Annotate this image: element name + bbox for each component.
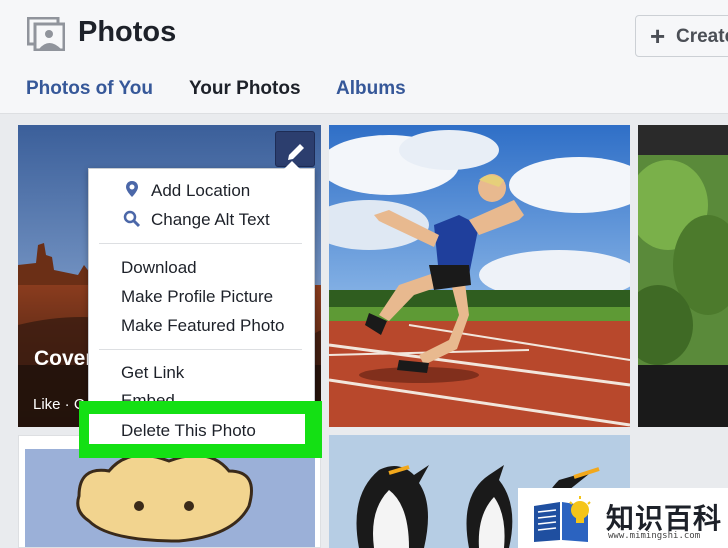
tab-albums[interactable]: Albums	[336, 78, 406, 100]
create-button-label: Create	[676, 26, 728, 47]
delete-highlight: Delete This Photo	[79, 401, 322, 458]
cover-like-link[interactable]: Like · C	[33, 396, 85, 413]
tab-photos-of-you[interactable]: Photos of You	[26, 78, 153, 100]
runner-photo	[329, 125, 630, 427]
cover-title: Cover	[34, 347, 94, 370]
menu-item-change-alt-text[interactable]: Change Alt Text	[151, 210, 270, 230]
menu-item-delete-this-photo[interactable]: Delete This Photo	[121, 421, 256, 441]
location-pin-icon	[126, 181, 138, 197]
menu-arrow	[284, 161, 300, 169]
plus-icon: +	[650, 21, 666, 51]
photo-tile-runner[interactable]	[329, 125, 630, 427]
menu-divider	[99, 349, 302, 350]
menu-item-make-featured-photo[interactable]: Make Featured Photo	[121, 316, 284, 336]
watermark: 知识百科 www.mimingshi.com	[518, 488, 728, 548]
photo-options-menu: Add Location Change Alt Text Download Ma…	[88, 161, 315, 426]
page-header: Photos + Create Photos of You Your Photo…	[0, 0, 728, 114]
tab-your-photos[interactable]: Your Photos	[189, 78, 301, 100]
search-icon	[123, 210, 141, 228]
menu-divider	[99, 243, 302, 244]
menu-item-get-link[interactable]: Get Link	[121, 363, 184, 383]
garden-photo	[638, 125, 728, 427]
book-lightbulb-icon	[534, 496, 591, 542]
watermark-url: www.mimingshi.com	[608, 531, 701, 541]
photo-tile-garden[interactable]	[638, 125, 728, 427]
create-button[interactable]: + Create	[635, 15, 728, 57]
menu-item-download[interactable]: Download	[121, 258, 197, 278]
menu-item-make-profile-picture[interactable]: Make Profile Picture	[121, 287, 273, 307]
photos-icon	[27, 17, 65, 51]
menu-item-add-location[interactable]: Add Location	[151, 181, 250, 201]
page-title: Photos	[78, 16, 177, 48]
